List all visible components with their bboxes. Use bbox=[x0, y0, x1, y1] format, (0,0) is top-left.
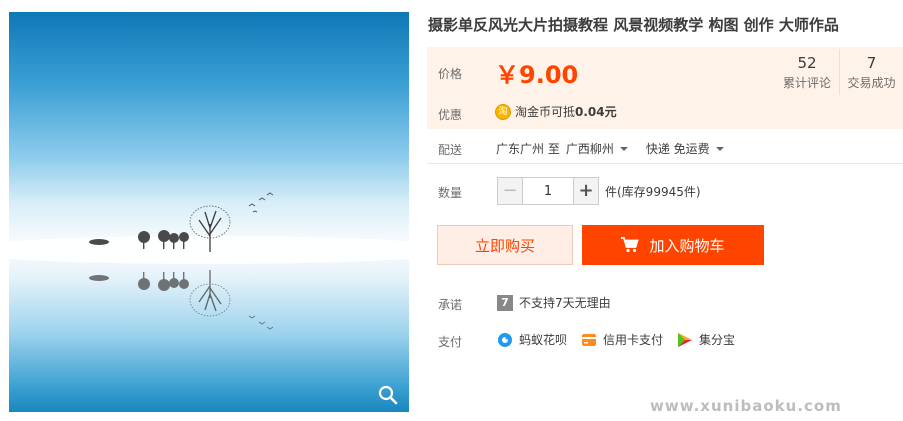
price-value: ￥9.00 bbox=[495, 61, 579, 89]
stat-transactions[interactable]: 7 交易成功 bbox=[839, 49, 903, 95]
buy-now-label: 立即购买 bbox=[474, 236, 535, 255]
shipping-method-dropdown[interactable]: 快递 免运费 bbox=[646, 140, 724, 157]
stat-transactions-label: 交易成功 bbox=[847, 76, 896, 90]
buy-now-button[interactable]: 立即购买 bbox=[437, 225, 573, 265]
payment-credit-card-label: 信用卡支付 bbox=[603, 333, 664, 347]
chevron-down-icon bbox=[715, 146, 724, 151]
credit-card-icon bbox=[582, 333, 597, 346]
promo-label: 优惠 bbox=[438, 108, 463, 122]
promise-label: 承诺 bbox=[438, 298, 463, 312]
price-panel: 价格 ￥9.00 52 累计评论 7 交易成功 优惠 淘 淘金币可抵 0.04元 bbox=[427, 47, 903, 129]
product-title: 摄影单反风光大片拍摄教程 风景视频教学 构图 创作 大师作品 bbox=[428, 16, 839, 34]
shopping-cart-icon bbox=[621, 237, 640, 253]
add-to-cart-button[interactable]: 加入购物车 bbox=[582, 225, 764, 265]
payment-label: 支付 bbox=[438, 335, 463, 349]
shipping-destination: 广西柳州 bbox=[565, 142, 614, 156]
stock-info: 件(库存99945件) bbox=[605, 184, 701, 199]
taobao-coin-icon: 淘 bbox=[495, 103, 511, 120]
stat-reviews-count: 52 bbox=[797, 54, 817, 72]
jifenbao-icon bbox=[678, 332, 693, 347]
payment-huabei[interactable]: 蚂蚁花呗 bbox=[497, 331, 567, 348]
landscape-illustration bbox=[9, 192, 409, 330]
shipping-method: 快递 免运费 bbox=[645, 142, 710, 156]
payment-methods: 蚂蚁花呗 信用卡支付 集分宝 bbox=[497, 331, 749, 348]
shipping-destination-dropdown[interactable]: 广西柳州 bbox=[566, 140, 628, 157]
promo-amount: 0.04元 bbox=[575, 105, 617, 119]
promise-info[interactable]: 7 不支持7天无理由 bbox=[497, 294, 611, 311]
payment-jifenbao-label: 集分宝 bbox=[699, 333, 736, 347]
chevron-down-icon bbox=[619, 146, 628, 151]
quantity-decrease-button[interactable]: − bbox=[497, 177, 523, 205]
seven-day-icon: 7 bbox=[497, 294, 513, 311]
quantity-input[interactable] bbox=[523, 177, 573, 205]
huabei-icon bbox=[498, 332, 512, 347]
stat-transactions-count: 7 bbox=[866, 54, 877, 72]
stat-reviews[interactable]: 52 累计评论 bbox=[775, 49, 839, 95]
shipping-label: 配送 bbox=[438, 143, 463, 157]
quantity-label: 数量 bbox=[438, 186, 463, 200]
promo-info: 淘 淘金币可抵 0.04元 bbox=[495, 103, 617, 120]
site-watermark: www.xunibaoku.com bbox=[650, 397, 842, 415]
add-to-cart-label: 加入购物车 bbox=[649, 236, 725, 255]
divider bbox=[427, 163, 903, 164]
quantity-stepper: − + 件(库存99945件) bbox=[497, 177, 701, 205]
payment-huabei-label: 蚂蚁花呗 bbox=[519, 333, 568, 347]
payment-credit-card[interactable]: 信用卡支付 bbox=[581, 331, 663, 348]
shipping-from: 广东广州 至 bbox=[496, 142, 560, 156]
sales-stats: 52 累计评论 7 交易成功 bbox=[775, 49, 903, 95]
promise-text: 不支持7天无理由 bbox=[519, 296, 611, 310]
product-image[interactable] bbox=[9, 12, 409, 412]
zoom-icon[interactable] bbox=[377, 384, 399, 406]
stat-reviews-label: 累计评论 bbox=[782, 76, 831, 90]
quantity-increase-button[interactable]: + bbox=[573, 177, 599, 205]
payment-jifenbao[interactable]: 集分宝 bbox=[677, 331, 735, 348]
price-label: 价格 bbox=[438, 67, 463, 81]
shipping-row: 广东广州 至 广西柳州 快递 免运费 bbox=[496, 140, 724, 157]
promo-text: 淘金币可抵 bbox=[515, 105, 576, 119]
